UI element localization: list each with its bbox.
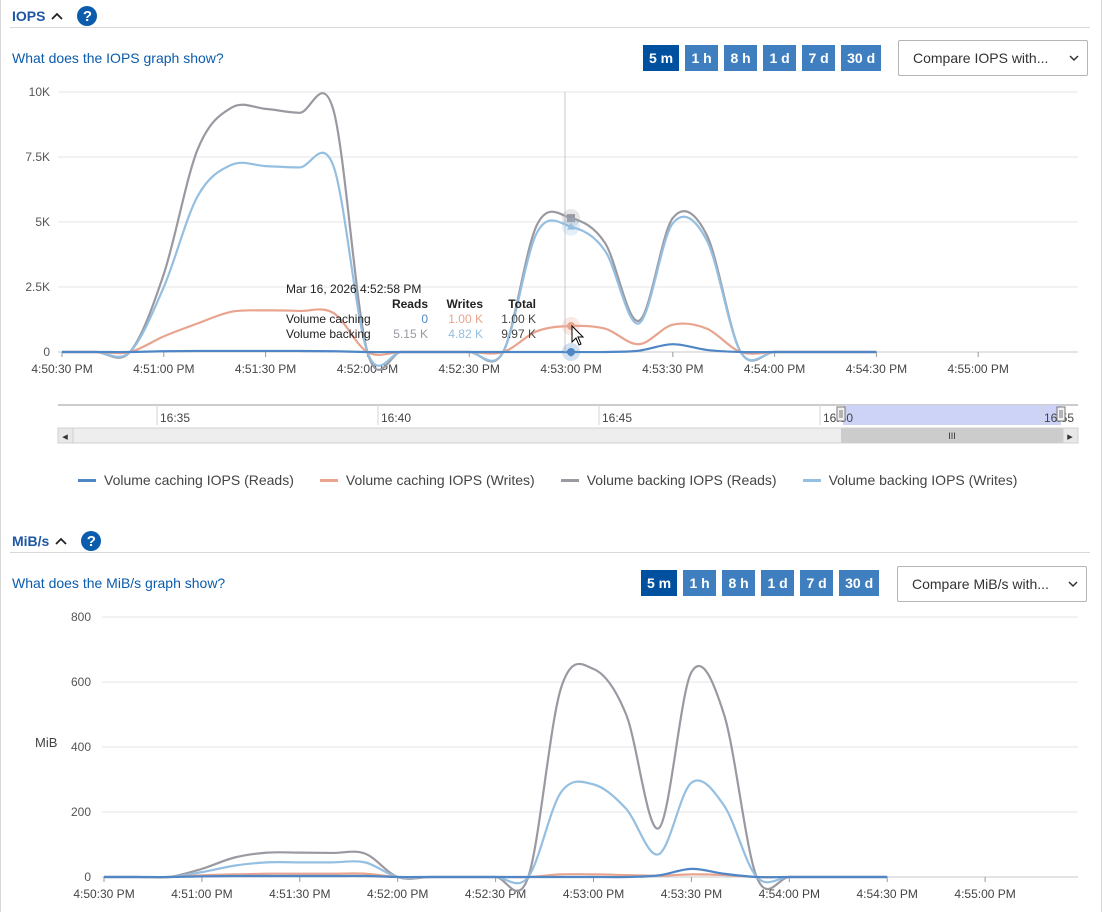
tooltip-total: 9.97 K [501,327,536,341]
range-1d-button[interactable]: 1 d [761,570,795,596]
tooltip-header: Total [508,297,536,311]
legend-item-caching-writes[interactable]: Volume caching IOPS (Writes) [319,472,535,488]
tooltip-reads: 0 [421,312,428,326]
help-icon[interactable]: ? [81,531,102,551]
y-tick-label: 2.5K [25,280,50,294]
mibs-info-link[interactable]: What does the MiB/s graph show? [12,575,225,591]
navigator-handle [836,406,846,422]
x-tick-label: 4:55:00 PM [948,362,1009,376]
x-tick-label: 4:52:00 PM [337,362,398,376]
y-tick-label: 0 [43,345,50,359]
legend-label: Volume backing IOPS (Writes) [828,472,1018,488]
legend-swatch [319,478,338,482]
chevron-right-icon: ▸ [1067,431,1073,443]
range-5m-button[interactable]: 5 m [641,570,678,596]
tooltip-row-label: Volume caching [286,312,371,326]
y-tick-label: 5K [35,215,50,229]
chevron-down-icon [1068,581,1078,588]
navigator-tick-label: 16:40 [381,411,411,425]
tooltip-row-label: Volume backing [286,327,371,341]
x-tick-label: 4:54:00 PM [744,362,805,376]
legend-label: Volume caching IOPS (Writes) [345,472,535,488]
x-tick-label: 4:51:30 PM [235,362,296,376]
navigator-handle [1056,406,1066,422]
x-tick-label: 4:50:30 PM [31,362,92,376]
navigator-tick-label: 16:35 [160,411,190,425]
range-1h-button[interactable]: 1 h [683,570,717,596]
navigator-tick-label: 16:45 [602,411,632,425]
chevron-left-icon: ◂ [62,431,68,443]
hover-marker [567,348,575,356]
tooltip-total: 1.00 K [501,312,536,326]
x-tick-label: 4:53:00 PM [540,362,601,376]
x-tick-label: 4:53:30 PM [642,362,703,376]
mibs-compare-select[interactable]: Compare MiB/s with... [897,566,1087,602]
tooltip-writes: 4.82 K [448,327,483,341]
range-30d-button[interactable]: 30 d [839,570,880,596]
mibs-section-header[interactable]: MiB/s ? [12,531,102,551]
x-tick-label: 4:52:30 PM [439,362,500,376]
tooltip-header: Reads [392,297,428,311]
legend-item-caching-reads[interactable]: Volume caching IOPS (Reads) [78,472,294,488]
range-8h-button[interactable]: 8 h [722,570,756,596]
legend-label: Volume backing IOPS (Reads) [586,472,777,488]
tooltip-header: Writes [447,297,484,311]
iops-chart[interactable]: 10K 7.5K 5K 2.5K 0 4:50:30 PM 4:51:00 PM 4:51:3… [0,0,1102,400]
x-tick-label: 4:54:30 PM [846,362,907,376]
range-7d-button[interactable]: 7 d [800,570,834,596]
x-tick-label: 4:51:00 PM [133,362,194,376]
navigator-selection [843,405,1061,425]
y-tick-label: 10K [29,85,50,99]
legend-item-backing-reads[interactable]: Volume backing IOPS (Reads) [560,472,777,488]
y-tick-label: 7.5K [25,150,50,164]
legend-swatch [78,478,96,482]
divider [10,552,1090,553]
chart-legend: Volume caching IOPS (Reads) Volume cachi… [78,472,1017,488]
legend-swatch [802,478,821,482]
mibs-title: MiB/s [12,533,50,549]
time-navigator[interactable]: 16:3516:4016:4516:5016:55III◂▸ [0,400,1102,450]
legend-item-backing-writes[interactable]: Volume backing IOPS (Writes) [802,472,1018,488]
tooltip-writes: 1.00 K [448,312,483,326]
tooltip-reads: 5.15 K [393,327,428,341]
legend-swatch [560,478,579,482]
mibs-compare-label: Compare MiB/s with... [912,576,1049,592]
tooltip-time: Mar 16, 2026 4:52:58 PM [286,282,421,296]
legend-label: Volume caching IOPS (Reads) [104,472,294,488]
series-line [61,343,877,354]
mibs-range-buttons: 5 m 1 h 8 h 1 d 7 d 30 d [641,570,880,596]
scrollbar-grip: III [948,431,956,441]
chevron-up-icon[interactable] [55,535,67,547]
